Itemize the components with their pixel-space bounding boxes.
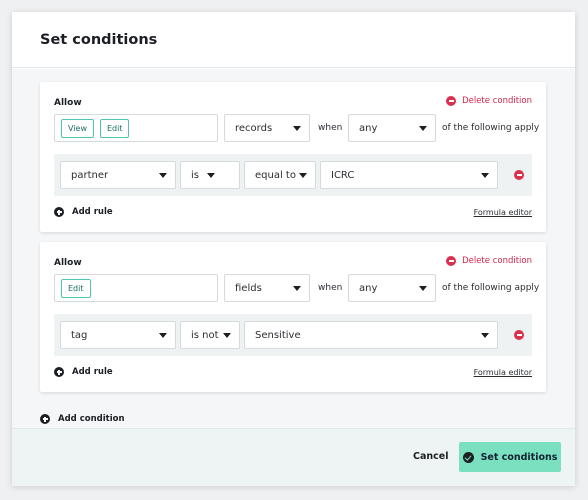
rule-operator-select[interactable]: is not (180, 321, 240, 349)
plus-circle-icon (54, 367, 64, 377)
target-select-value: fields (235, 282, 262, 294)
target-select[interactable]: records (224, 114, 310, 142)
condition-card: Allow Delete condition View Edit records… (40, 82, 546, 232)
target-select[interactable]: fields (224, 274, 310, 302)
allow-label: Allow (54, 258, 82, 268)
caret-down-icon (299, 173, 307, 178)
condition-card: Allow Delete condition Edit fields when … (40, 242, 546, 392)
permission-tag-edit[interactable]: Edit (99, 118, 130, 138)
rule-operator-value: is not (191, 329, 219, 341)
rule-value: Sensitive (255, 329, 301, 341)
rule-operator-value: is (191, 169, 199, 181)
minus-circle-icon (446, 96, 457, 106)
dialog-title: Set conditions (40, 32, 158, 48)
caret-down-icon (293, 286, 301, 291)
rule-comparison-select[interactable]: equal to (244, 161, 316, 189)
set-conditions-label: Set conditions (480, 451, 558, 463)
caret-down-icon (419, 286, 427, 291)
permission-field[interactable]: Edit (54, 274, 218, 302)
when-label: when (318, 123, 343, 133)
caret-down-icon (159, 173, 167, 178)
quantifier-select-value: any (359, 122, 378, 134)
delete-condition-label: Delete condition (462, 256, 532, 266)
add-rule-label: Add rule (72, 367, 113, 377)
rule-value: ICRC (331, 169, 355, 181)
rule-field-select[interactable]: partner (60, 161, 176, 189)
permission-tag-edit[interactable]: Edit (61, 278, 91, 298)
rule-field-value: partner (71, 169, 109, 181)
caret-down-icon (159, 333, 167, 338)
rule-row: partner is equal to ICRC (54, 154, 532, 196)
rule-value-select[interactable]: ICRC (320, 161, 498, 189)
permission-tag-view[interactable]: View (61, 118, 94, 138)
when-label: when (318, 283, 343, 293)
caret-down-icon (223, 333, 231, 338)
target-select-value: records (235, 122, 273, 134)
caret-down-icon (207, 173, 215, 178)
formula-editor-link[interactable]: Formula editor (474, 368, 532, 377)
add-rule-label: Add rule (72, 207, 113, 217)
caret-down-icon (419, 126, 427, 131)
add-condition-label: Add condition (58, 414, 125, 424)
caret-down-icon (481, 173, 489, 178)
add-condition-button[interactable]: Add condition (40, 414, 125, 424)
plus-circle-icon (40, 414, 50, 424)
rule-field-value: tag (71, 329, 88, 341)
rule-value-select[interactable]: Sensitive (244, 321, 498, 349)
rule-field-select[interactable]: tag (60, 321, 176, 349)
set-conditions-dialog: Set conditions Allow Delete condition Vi… (12, 12, 575, 486)
plus-circle-icon (54, 207, 64, 217)
apply-label: of the following apply (442, 283, 540, 293)
set-conditions-button[interactable]: Set conditions (459, 442, 561, 472)
remove-rule-icon[interactable] (514, 330, 524, 340)
caret-down-icon (293, 126, 301, 131)
rule-operator-select[interactable]: is (180, 161, 240, 189)
add-rule-button[interactable]: Add rule (54, 207, 113, 217)
dialog-footer: Cancel Set conditions (12, 428, 575, 486)
permission-field[interactable]: View Edit (54, 114, 218, 142)
delete-condition-button[interactable]: Delete condition (446, 96, 532, 106)
rule-row: tag is not Sensitive (54, 314, 532, 356)
allow-label: Allow (54, 98, 82, 108)
caret-down-icon (481, 333, 489, 338)
add-rule-button[interactable]: Add rule (54, 367, 113, 377)
delete-condition-label: Delete condition (462, 96, 532, 106)
remove-rule-icon[interactable] (514, 170, 524, 180)
check-circle-icon (462, 451, 474, 463)
quantifier-select[interactable]: any (348, 114, 436, 142)
apply-label: of the following apply (442, 123, 540, 133)
formula-editor-link[interactable]: Formula editor (474, 208, 532, 217)
quantifier-select-value: any (359, 282, 378, 294)
delete-condition-button[interactable]: Delete condition (446, 256, 532, 266)
dialog-header: Set conditions (12, 12, 575, 68)
dialog-body: Allow Delete condition View Edit records… (12, 69, 575, 428)
cancel-button[interactable]: Cancel (413, 451, 448, 462)
quantifier-select[interactable]: any (348, 274, 436, 302)
minus-circle-icon (446, 256, 457, 266)
rule-comparison-value: equal to (255, 169, 296, 181)
